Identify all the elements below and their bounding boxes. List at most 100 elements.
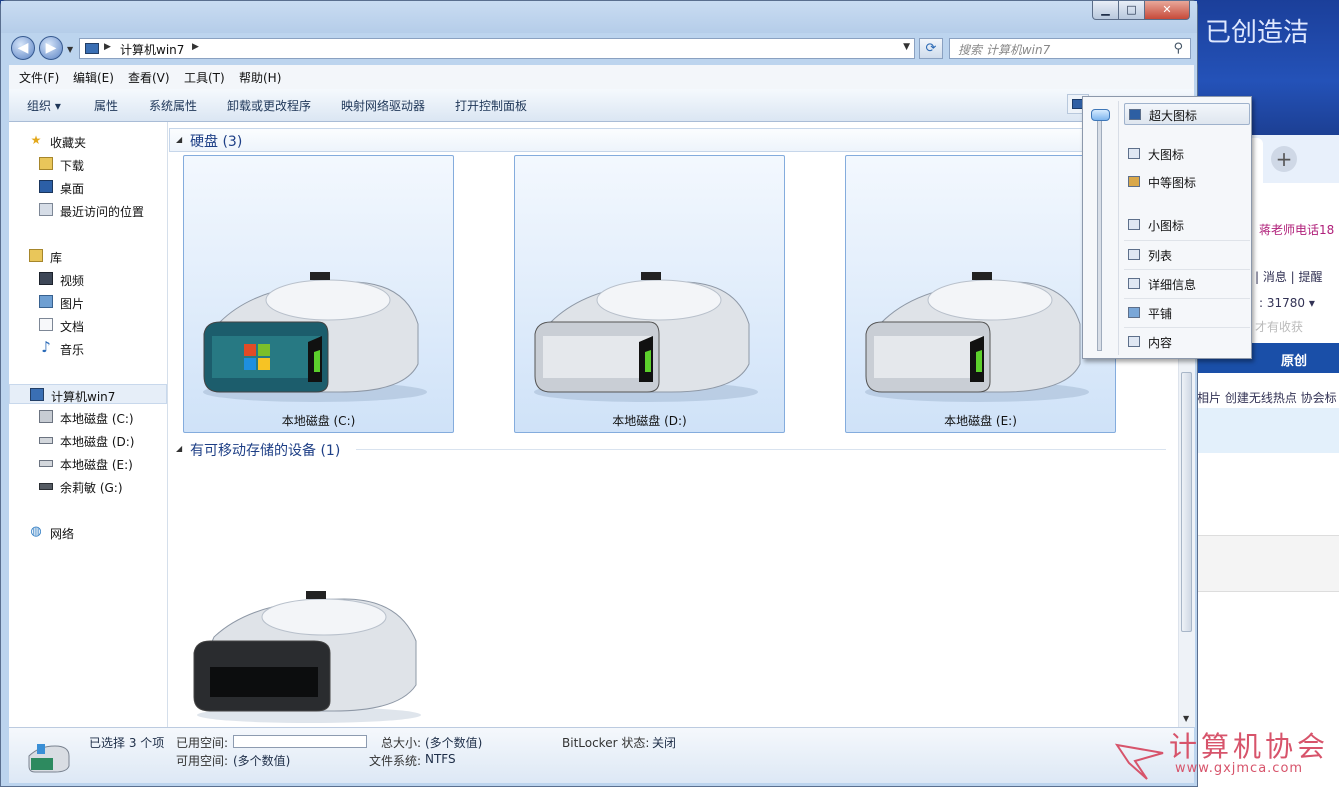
view-size-slider-track[interactable] xyxy=(1097,109,1102,351)
recent-places-icon xyxy=(39,203,53,216)
star-icon: ★ xyxy=(30,133,42,147)
view-extra-large-icons[interactable]: 超大图标 xyxy=(1124,103,1250,125)
nav-drive-d[interactable]: 本地磁盘 (D:) xyxy=(9,430,167,450)
recent-pages-dropdown[interactable]: ▼ xyxy=(67,45,73,54)
nav-libraries[interactable]: 库 xyxy=(9,246,167,266)
group-title: 有可移动存储的设备 (1) xyxy=(190,443,341,459)
breadcrumb-chevron-icon[interactable]: ▶ xyxy=(192,42,199,52)
view-large-icons[interactable]: 大图标 xyxy=(1124,143,1250,165)
menu-separator xyxy=(1124,240,1250,241)
open-control-panel-button[interactable]: 打开控制面板 xyxy=(455,97,527,114)
scroll-down-arrow-icon[interactable]: ▼ xyxy=(1183,714,1189,723)
menu-edit[interactable]: 编辑(E) xyxy=(73,69,114,86)
address-bar[interactable]: ▶ 计算机win7 ▶ ▼ xyxy=(79,38,915,59)
properties-button[interactable]: 属性 xyxy=(94,97,118,114)
view-details[interactable]: 详细信息 xyxy=(1124,273,1250,295)
nav-desktop[interactable]: 桌面 xyxy=(9,177,167,197)
view-tiles[interactable]: 平铺 xyxy=(1124,302,1250,324)
large-icons-icon xyxy=(1128,148,1140,159)
menu-separator xyxy=(1124,327,1250,328)
maximize-button[interactable]: □ xyxy=(1118,1,1145,20)
system-properties-button[interactable]: 系统属性 xyxy=(149,97,197,114)
documents-icon xyxy=(39,318,53,331)
collapse-triangle-icon[interactable]: ◢ xyxy=(176,135,182,144)
drive-label: 本地磁盘 (D:) xyxy=(612,414,687,428)
background-tab-original[interactable]: 原创 xyxy=(1281,350,1307,369)
uninstall-program-button[interactable]: 卸载或更改程序 xyxy=(227,97,311,114)
nav-label: 本地磁盘 (E:) xyxy=(60,458,133,472)
view-list[interactable]: 列表 xyxy=(1124,244,1250,266)
nav-documents[interactable]: 文档 xyxy=(9,315,167,335)
background-fav: 才有收获 xyxy=(1255,320,1304,334)
scrollbar-thumb[interactable] xyxy=(1181,372,1192,632)
drive-tile-e[interactable]: 本地磁盘 (E:) xyxy=(845,155,1116,433)
menu-divider xyxy=(1118,101,1119,355)
removable-drive-icon xyxy=(39,483,53,490)
menu-view[interactable]: 查看(V) xyxy=(128,69,170,86)
view-item-label: 大图标 xyxy=(1148,148,1185,162)
nav-label: 文档 xyxy=(60,320,85,334)
collapse-triangle-icon[interactable]: ◢ xyxy=(176,444,182,453)
hard-drive-icon xyxy=(39,460,53,467)
view-small-icons[interactable]: 小图标 xyxy=(1124,214,1250,236)
menu-bar: 文件(F) 编辑(E) 查看(V) 工具(T) 帮助(H) xyxy=(9,65,1194,90)
view-content[interactable]: 内容 xyxy=(1124,331,1250,353)
view-medium-icons[interactable]: 中等图标 xyxy=(1124,171,1250,193)
music-note-icon: ♪ xyxy=(41,338,51,356)
nav-network[interactable]: ◍ 网络 xyxy=(9,522,167,542)
address-dropdown-icon[interactable]: ▼ xyxy=(903,42,910,52)
view-item-label: 详细信息 xyxy=(1148,278,1197,292)
forward-button[interactable]: ▶ xyxy=(39,36,63,60)
nav-label: 余莉敏 (G:) xyxy=(60,481,123,495)
drive-tile-c[interactable]: 本地磁盘 (C:) xyxy=(183,155,454,433)
view-size-slider-thumb[interactable] xyxy=(1091,109,1110,121)
used-space-label: 已用空间: xyxy=(176,736,229,750)
watermark: 计算机协会 www.gxjmca.com xyxy=(1115,725,1335,780)
nav-recent-places[interactable]: 最近访问的位置 xyxy=(9,200,167,220)
downloads-folder-icon xyxy=(39,157,53,170)
refresh-button[interactable]: ⟳ xyxy=(919,38,943,59)
nav-drive-g[interactable]: 余莉敏 (G:) xyxy=(9,476,167,496)
menu-tools[interactable]: 工具(T) xyxy=(184,69,225,86)
background-notice: ！蒋老师电话18 xyxy=(1247,223,1335,237)
nav-music[interactable]: ♪ 音乐 xyxy=(9,338,167,358)
nav-videos[interactable]: 视频 xyxy=(9,269,167,289)
nav-computer[interactable]: 计算机win7 xyxy=(9,384,167,404)
background-band xyxy=(1195,408,1339,453)
close-button[interactable]: ✕ xyxy=(1144,1,1190,20)
system-drive-icon xyxy=(203,272,427,402)
breadcrumb-chevron-icon[interactable]: ▶ xyxy=(104,42,111,52)
bitlocker-label: BitLocker 状态: xyxy=(562,736,650,750)
back-button[interactable]: ◀ xyxy=(11,36,35,60)
new-tab-plus-icon[interactable]: + xyxy=(1271,146,1297,172)
menu-file[interactable]: 文件(F) xyxy=(19,69,59,86)
command-bar: 组织 ▾ 属性 系统属性 卸载或更改程序 映射网络驱动器 打开控制面板 xyxy=(9,89,1194,122)
nav-favorites[interactable]: ★ 收藏夹 xyxy=(9,131,167,151)
nav-drive-c[interactable]: 本地磁盘 (C:) xyxy=(9,407,167,427)
search-icon[interactable]: ⚲ xyxy=(1173,41,1183,56)
nav-downloads[interactable]: 下载 xyxy=(9,154,167,174)
drive-tile-d[interactable]: 本地磁盘 (D:) xyxy=(514,155,785,433)
pictures-icon xyxy=(39,295,53,308)
watermark-title: 计算机协会 xyxy=(1169,730,1330,763)
nav-label: 音乐 xyxy=(60,343,85,357)
nav-drive-e[interactable]: 本地磁盘 (E:) xyxy=(9,453,167,473)
organize-button[interactable]: 组织 ▾ xyxy=(27,97,61,114)
background-count: : 31780 ▾ xyxy=(1259,296,1315,310)
computer-icon xyxy=(30,388,44,401)
minimize-button[interactable]: ▁ xyxy=(1092,1,1119,20)
title-bar[interactable]: ▁ □ ✕ xyxy=(1,1,1197,33)
group-title: 硬盘 (3) xyxy=(190,134,243,150)
drive-tile-g[interactable] xyxy=(184,587,434,727)
breadcrumb-computer[interactable]: 计算机win7 xyxy=(120,41,184,58)
view-item-label: 列表 xyxy=(1148,249,1173,263)
search-input[interactable]: 搜索 计算机win7 ⚲ xyxy=(949,38,1191,59)
map-network-drive-button[interactable]: 映射网络驱动器 xyxy=(341,97,425,114)
menu-help[interactable]: 帮助(H) xyxy=(239,69,281,86)
library-folder-icon xyxy=(29,249,43,262)
group-divider xyxy=(356,449,1166,450)
nav-pictures[interactable]: 图片 xyxy=(9,292,167,312)
used-space-bar xyxy=(233,735,367,748)
nav-label: 本地磁盘 (C:) xyxy=(60,412,134,426)
details-view-icon xyxy=(1128,278,1140,289)
